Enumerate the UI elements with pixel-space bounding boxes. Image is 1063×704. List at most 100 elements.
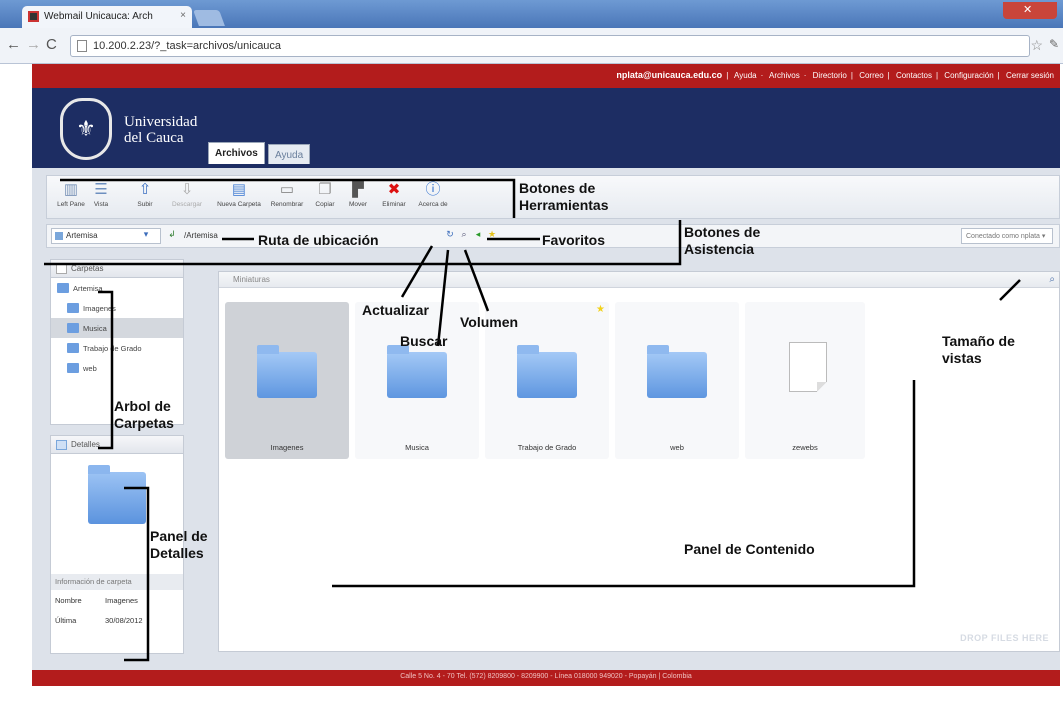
tree-item-artemisa[interactable]: Artemisa [51,278,183,298]
tree-item-label: Trabajo de Grado [83,344,142,353]
annotation-line: Arbol de [114,398,171,414]
upload-label: Subir [137,201,153,208]
about-button[interactable]: ⓘ Acerca de [409,179,457,208]
view-icon: ☰ [94,181,108,198]
annotation-volume: Volumen [460,314,519,330]
url-field[interactable]: 10.200.2.23/?_task=archivos/unicauca [70,35,1030,57]
new-tab-button[interactable] [193,10,225,26]
annotation-line: Asistencia [684,241,755,257]
folder-icon [57,283,69,293]
mail-link[interactable]: Correo [859,71,883,80]
upload-button[interactable]: ⇧ Subir [121,179,169,208]
page-icon [77,40,87,52]
item-label: Musica [405,443,429,452]
logout-link[interactable]: Cerrar sesión [1006,71,1054,80]
annotation-line: Botones de [684,224,761,240]
folder-icon [257,345,317,398]
folder-icon [67,303,79,313]
move-label: Mover [348,201,368,208]
annotation-line: vistas [942,350,982,366]
tab-archivos[interactable]: Archivos [208,142,265,164]
forward-icon[interactable]: → [26,36,41,53]
about-label: Acerca de [418,201,448,208]
files-link[interactable]: Archivos [769,71,800,80]
drive-dropdown-icon[interactable]: ▾ [139,229,153,243]
university-line1: Universidad [124,114,198,130]
settings-link[interactable]: Configuración [944,71,993,80]
annotation-details: Panel de Detalles [150,528,208,562]
search-icon[interactable]: ⌕ [457,229,471,243]
user-email: nplata@unicauca.edu.co [616,70,723,80]
directory-link[interactable]: Directorio [813,71,847,80]
annotation-size: Tamaño de vistas [942,333,1015,367]
file-icon [789,342,827,392]
footer-bar: Calle 5 No. 4 - 70 Tel. (572) 8209800 - … [32,670,1060,686]
item-tile-imagenes[interactable]: Imagenes [225,302,349,459]
annotation-favorites: Favoritos [542,232,606,248]
download-icon: ⇩ [180,181,194,198]
info-row-modified: Última 30/08/2012 [51,610,183,630]
zoom-icon[interactable]: ⌕ [1049,274,1055,285]
content-panel-title: Miniaturas [233,275,270,284]
reload-icon[interactable]: C [46,36,57,53]
folder-icon [647,345,707,398]
volume-icon[interactable]: ◂ [471,229,485,243]
back-icon[interactable]: ← [6,36,21,53]
info-label: Última [55,616,77,625]
connection-status: Conectado como nplata [966,233,1040,240]
new-folder-icon: ▤ [231,181,247,198]
view-button[interactable]: ☰ Vista [77,179,125,208]
wrench-icon[interactable]: ✎ [1049,37,1059,51]
connection-status-select[interactable]: Conectado como nplata ▾ [961,228,1053,244]
item-tile-zewebs[interactable]: zewebs [745,302,865,459]
new-folder-label: Nueva Carpeta [217,201,261,208]
contacts-link[interactable]: Contactos [896,71,932,80]
tab-close-icon[interactable]: × [180,10,186,21]
folder-info-header: Información de carpeta [51,574,183,590]
folder-icon [67,343,79,353]
tree-item-imagenes[interactable]: Imagenes [51,298,183,318]
university-line2: del Cauca [124,130,184,146]
left-column: Carpetas Artemisa Imagenes Musica Trabaj… [46,259,192,654]
folder-icon [517,345,577,398]
app-header: ⚜ Universidad del Cauca [32,88,1060,168]
webmail-app: nplata@unicauca.edu.co | Ayuda · Archivos ·… [32,64,1060,686]
folders-panel-header: Carpetas [51,260,183,278]
delete-label: Eliminar [382,201,406,208]
download-button[interactable]: ⇩ Descargar [163,179,211,208]
folder-icon [387,345,447,398]
info-icon: ⓘ [425,181,441,198]
details-panel-icon [56,440,67,450]
new-folder-button[interactable]: ▤ Nueva Carpeta [215,179,263,208]
tree-item-web[interactable]: web [51,358,183,378]
upload-icon: ⇧ [138,181,152,198]
annotation-content: Panel de Contenido [684,541,815,557]
folders-panel-icon [56,264,67,274]
annotation-line: Detalles [150,545,204,561]
favorites-star-icon[interactable]: ★ [485,229,499,243]
close-icon: ✕ [1023,4,1033,16]
help-link[interactable]: Ayuda [734,71,757,80]
bookmark-star-icon[interactable]: ☆ [1030,37,1043,54]
tree-item-label: Artemisa [73,284,103,293]
copy-label: Copiar [315,201,335,208]
browser-tab[interactable]: Webmail Unicauca: Arch × [22,6,192,28]
item-tile-web[interactable]: web [615,302,739,459]
top-menu-bar: nplata@unicauca.edu.co | Ayuda · Archivos ·… [32,64,1060,88]
favicon-icon [28,11,39,22]
go-up-icon[interactable]: ↲ [165,229,179,243]
details-panel-header: Detalles [51,436,183,454]
download-label: Descargar [172,201,202,208]
item-label: zewebs [792,443,818,452]
tree-item-label: Musica [83,324,107,333]
tab-ayuda[interactable]: Ayuda [268,144,311,164]
refresh-icon[interactable]: ↻ [443,229,457,243]
tree-item-trabajo-de-grado[interactable]: Trabajo de Grado [51,338,183,358]
rename-label: Renombrar [270,201,304,208]
window-close-button[interactable]: ✕ [1003,2,1057,19]
tree-item-musica[interactable]: Musica [51,318,183,338]
folder-icon [67,363,79,373]
annotation-line: Botones de [519,180,596,196]
favorite-star-icon: ★ [596,304,605,315]
view-label: Vista [93,201,109,208]
